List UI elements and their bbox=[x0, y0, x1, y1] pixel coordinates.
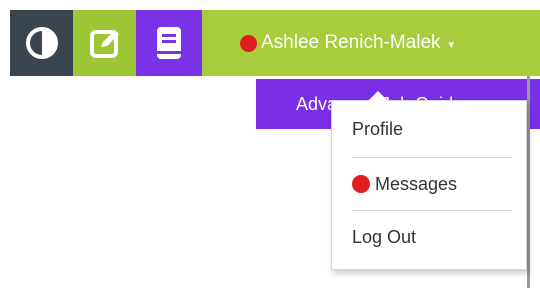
page: Advanced Job Guide Ash bbox=[0, 0, 540, 288]
notification-dot bbox=[240, 34, 257, 52]
edit-icon bbox=[89, 30, 119, 58]
chevron-down-icon: ▾ bbox=[448, 39, 455, 51]
guide-button[interactable] bbox=[136, 10, 202, 76]
user-name: Ashlee Renich-Malek bbox=[261, 32, 441, 53]
menu-item-label: Log Out bbox=[352, 226, 417, 247]
menu-item-profile[interactable]: Profile bbox=[352, 101, 512, 157]
menu-item-logout[interactable]: Log Out bbox=[352, 211, 512, 263]
notification-dot bbox=[352, 175, 370, 193]
edit-button[interactable] bbox=[73, 10, 136, 76]
user-menu-button[interactable]: Ashlee Renich-Malek ▾ bbox=[202, 10, 540, 76]
top-navigation-bar: Ashlee Renich-Malek ▾ bbox=[10, 10, 540, 76]
menu-item-label: Messages bbox=[375, 173, 458, 194]
contrast-icon bbox=[25, 27, 58, 59]
contrast-toggle-button[interactable] bbox=[10, 10, 73, 76]
menu-item-label: Profile bbox=[352, 118, 404, 139]
dropdown-pointer bbox=[368, 91, 388, 101]
user-dropdown-menu: Profile Messages Log Out bbox=[331, 91, 527, 270]
book-icon bbox=[157, 27, 181, 59]
edge-divider bbox=[527, 76, 530, 288]
menu-item-messages[interactable]: Messages bbox=[352, 158, 512, 210]
